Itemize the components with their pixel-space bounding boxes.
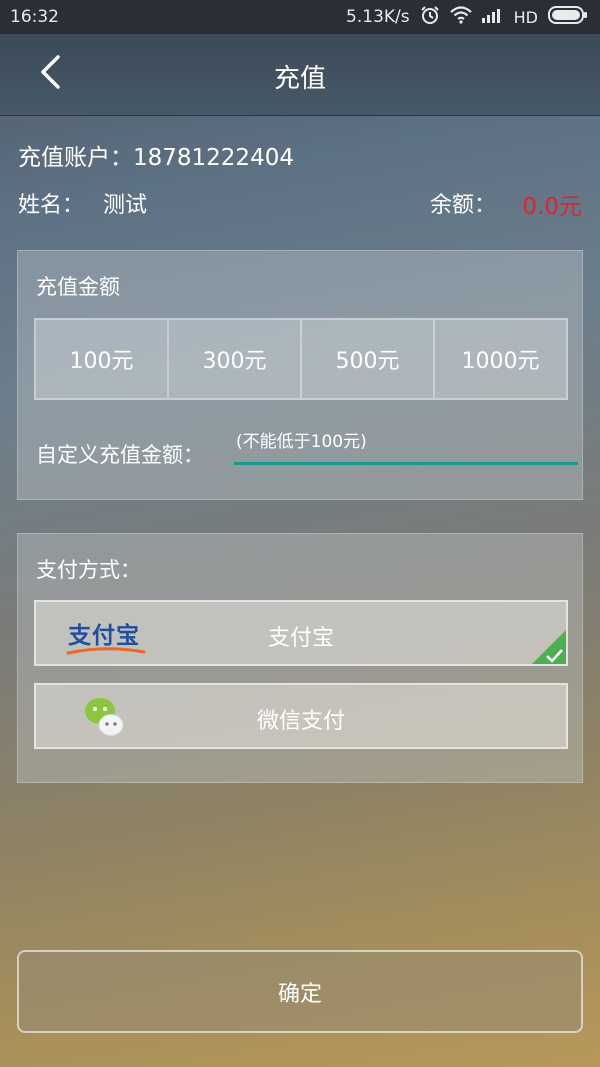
status-bar: 16:32 5.13K/s HD — [0, 0, 600, 34]
wechat-label: 微信支付 — [256, 709, 345, 734]
alipay-label: 支付宝 — [267, 626, 334, 651]
amount-option-500[interactable]: 500元 — [302, 320, 435, 398]
payment-option-wechat[interactable]: 微信支付 — [34, 683, 568, 749]
wifi-icon — [449, 5, 472, 29]
payment-option-alipay[interactable]: 支付宝 支付宝 — [34, 600, 568, 666]
name-label: 姓名： — [18, 193, 85, 218]
status-time: 16:32 — [10, 7, 59, 27]
amount-option-300[interactable]: 300元 — [169, 320, 302, 398]
selected-check-icon — [530, 628, 566, 664]
name-value: 测试 — [103, 193, 148, 218]
payment-panel: 支付方式： 支付宝 支付宝 微信支付 — [17, 533, 583, 783]
status-icons: 5.13K/s HD — [346, 5, 588, 30]
net-speed: 5.13K/s — [346, 7, 410, 27]
account-info: 充值账户：18781222404 — [18, 138, 294, 172]
balance-value: 0.0元 — [522, 194, 582, 220]
amount-option-100[interactable]: 100元 — [36, 320, 169, 398]
account-label: 充值账户： — [18, 145, 133, 171]
signal-icon — [481, 7, 504, 28]
network-type: HD — [513, 7, 538, 27]
payment-section-label: 支付方式： — [36, 558, 141, 582]
balance-label: 余额： — [429, 193, 496, 218]
amount-option-1000[interactable]: 1000元 — [435, 320, 566, 398]
account-number: 18781222404 — [133, 145, 294, 171]
custom-amount-label: 自定义充值金额： — [36, 443, 204, 467]
amount-panel: 充值金额 100元 300元 500元 1000元 自定义充值金额： — [17, 250, 583, 500]
amount-options: 100元 300元 500元 1000元 — [34, 318, 568, 400]
confirm-button[interactable]: 确定 — [17, 950, 583, 1033]
name-balance-row: 姓名： 测试 余额： 0.0元 — [18, 187, 582, 220]
amount-section-label: 充值金额 — [36, 275, 120, 299]
battery-icon — [548, 5, 588, 29]
page-title: 充值 — [273, 64, 326, 94]
custom-amount-input[interactable] — [234, 427, 578, 465]
alarm-icon — [420, 5, 440, 30]
title-bar: 充值 — [0, 34, 600, 116]
